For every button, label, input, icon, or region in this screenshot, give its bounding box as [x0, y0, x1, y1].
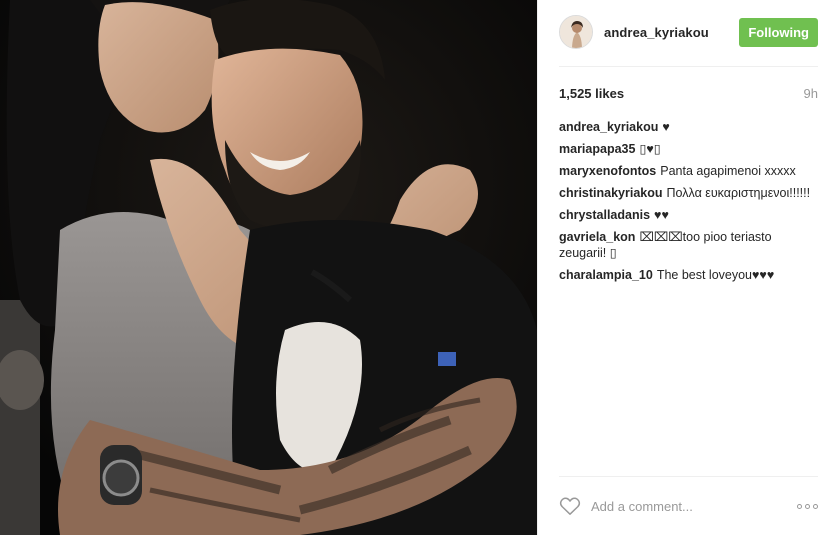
- heart-icon[interactable]: [559, 496, 581, 516]
- following-button[interactable]: Following: [739, 17, 818, 47]
- comment-text: ♥♥: [654, 208, 669, 222]
- comment-text: ▯♥▯: [639, 142, 661, 156]
- instagram-post: andrea_kyriakou Following 1,525 likes 9h…: [0, 0, 835, 535]
- comment-text: The best loveyou♥♥♥: [656, 268, 775, 282]
- post-sidebar: andrea_kyriakou Following 1,525 likes 9h…: [537, 0, 835, 535]
- comment-text: ♥: [662, 120, 670, 134]
- comment-item: chrystalladanis ♥♥: [559, 207, 818, 223]
- post-meta: 1,525 likes 9h: [559, 84, 818, 102]
- comment-username[interactable]: andrea_kyriakou: [559, 120, 658, 134]
- comment-username[interactable]: maryxenofontos: [559, 164, 656, 178]
- comment-username[interactable]: chrystalladanis: [559, 208, 650, 222]
- comment-username[interactable]: charalampia_10: [559, 268, 653, 282]
- avatar-image: [560, 16, 592, 48]
- divider: [559, 476, 818, 477]
- comment-text: Πολλα ευκαριστημενοι!!!!!!: [666, 186, 811, 200]
- comment-text: Panta agapimenoi xxxxx: [660, 164, 796, 178]
- comment-item: charalampia_10 The best loveyou♥♥♥: [559, 267, 818, 283]
- more-options-button[interactable]: [797, 500, 818, 513]
- post-header: andrea_kyriakou Following: [559, 14, 818, 50]
- divider: [559, 66, 818, 67]
- username-link[interactable]: andrea_kyriakou: [604, 25, 709, 40]
- dot-icon: [813, 503, 818, 509]
- dot-icon: [805, 503, 810, 509]
- comments-list: andrea_kyriakou ♥ mariapapa35 ▯♥▯ maryxeno…: [559, 119, 818, 289]
- comment-item: christinakyriakou Πολλα ευκαριστημενοι!!!…: [559, 185, 818, 201]
- comment-item: maryxenofontos Panta agapimenoi xxxxx: [559, 163, 818, 179]
- post-photo[interactable]: [0, 0, 537, 535]
- dot-icon: [797, 503, 802, 509]
- comment-item: gavriela_kon ⌧⌧⌧too pioo teriasto zeugari…: [559, 229, 818, 261]
- comment-username[interactable]: gavriela_kon: [559, 230, 635, 244]
- add-comment-input[interactable]: [591, 498, 781, 514]
- post-age[interactable]: 9h: [804, 86, 818, 101]
- avatar[interactable]: [559, 15, 593, 49]
- comment-bar: [559, 494, 818, 518]
- likes-count[interactable]: 1,525 likes: [559, 86, 624, 101]
- comment-item: andrea_kyriakou ♥: [559, 119, 818, 135]
- comment-username[interactable]: christinakyriakou: [559, 186, 663, 200]
- comment-item: mariapapa35 ▯♥▯: [559, 141, 818, 157]
- comment-username[interactable]: mariapapa35: [559, 142, 635, 156]
